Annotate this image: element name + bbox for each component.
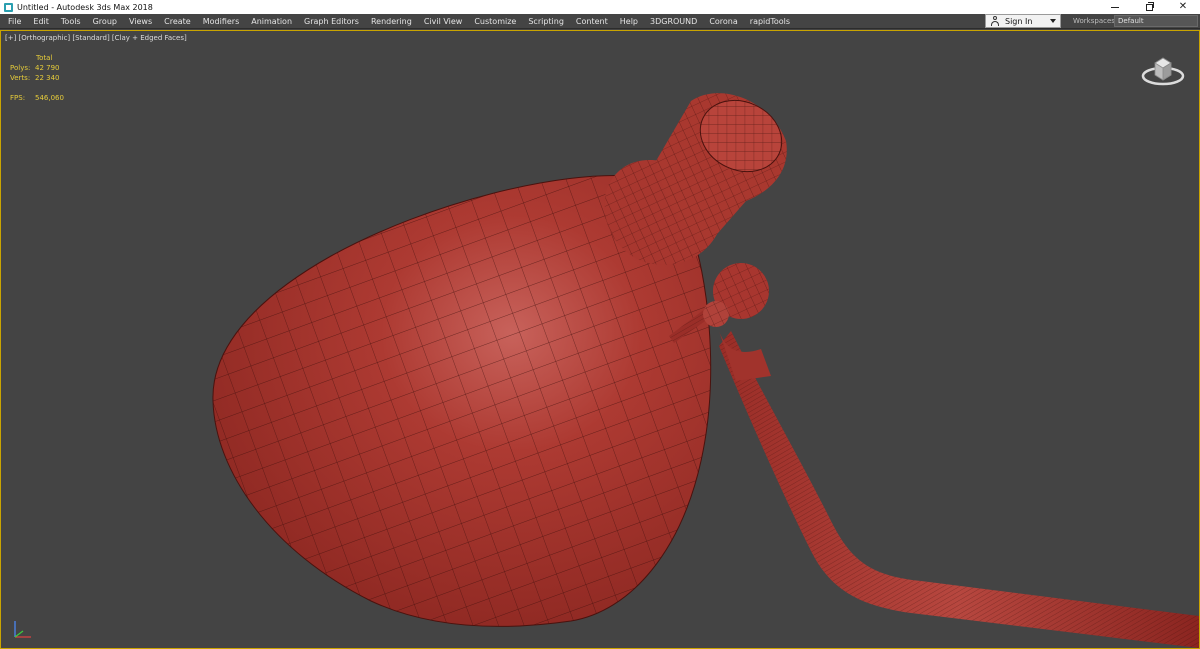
sign-in-label: Sign In <box>1005 16 1033 26</box>
minimize-icon <box>1111 6 1119 8</box>
menu-rendering[interactable]: Rendering <box>365 14 418 29</box>
fps-value: 546,060 <box>35 94 64 102</box>
menu-views[interactable]: Views <box>123 14 158 29</box>
viewcube-icon[interactable] <box>1139 49 1189 91</box>
restore-button[interactable] <box>1132 0 1166 14</box>
menu-tools[interactable]: Tools <box>55 14 87 29</box>
stats-total-header: Total <box>36 54 53 62</box>
menu-graph-editors[interactable]: Graph Editors <box>298 14 365 29</box>
3dsmax-app-icon <box>4 2 13 12</box>
minimize-button[interactable] <box>1098 0 1132 14</box>
lamp-model[interactable] <box>1 31 1199 648</box>
menu-group[interactable]: Group <box>87 14 123 29</box>
window-title: Untitled - Autodesk 3ds Max 2018 <box>17 2 153 12</box>
window-controls: ✕ <box>1098 0 1200 14</box>
menu-civil-view[interactable]: Civil View <box>418 14 469 29</box>
polys-label: Polys: <box>10 64 31 72</box>
close-icon: ✕ <box>1178 1 1188 12</box>
verts-label: Verts: <box>10 74 31 82</box>
title-bar: Untitled - Autodesk 3ds Max 2018 ✕ <box>0 0 1200 14</box>
menu-modifiers[interactable]: Modifiers <box>197 14 246 29</box>
menu-create[interactable]: Create <box>158 14 197 29</box>
axis-tripod-icon <box>14 621 31 638</box>
fps-label: FPS: <box>10 94 26 102</box>
polys-value: 42 790 <box>35 64 60 72</box>
menu-animation[interactable]: Animation <box>245 14 298 29</box>
menu-help[interactable]: Help <box>614 14 644 29</box>
stats-fps: FPS: 546,060 <box>10 94 64 102</box>
sign-in-dropdown[interactable]: Sign In <box>985 14 1061 28</box>
viewport-label[interactable]: [+] [Orthographic] [Standard] [Clay + Ed… <box>5 34 187 42</box>
menu-file[interactable]: File <box>0 14 27 29</box>
chevron-down-icon <box>1050 19 1056 23</box>
verts-value: 22 340 <box>35 74 60 82</box>
menu-customize[interactable]: Customize <box>468 14 522 29</box>
user-icon <box>990 16 1000 26</box>
workspaces-label: Workspaces: <box>1073 17 1118 25</box>
workspaces-select[interactable]: Default <box>1114 15 1198 27</box>
perspective-viewport[interactable]: [+] [Orthographic] [Standard] [Clay + Ed… <box>0 30 1200 649</box>
close-button[interactable]: ✕ <box>1166 0 1200 14</box>
menu-corona[interactable]: Corona <box>703 14 743 29</box>
restore-icon <box>1145 1 1154 11</box>
menu-rapidtools[interactable]: rapidTools <box>744 14 796 29</box>
stats-polys: Polys: 42 790 <box>10 64 60 72</box>
menu-scripting[interactable]: Scripting <box>522 14 570 29</box>
menu-content[interactable]: Content <box>570 14 614 29</box>
menu-edit[interactable]: Edit <box>27 14 55 29</box>
stats-verts: Verts: 22 340 <box>10 74 60 82</box>
menu-3dground[interactable]: 3DGROUND <box>644 14 703 29</box>
